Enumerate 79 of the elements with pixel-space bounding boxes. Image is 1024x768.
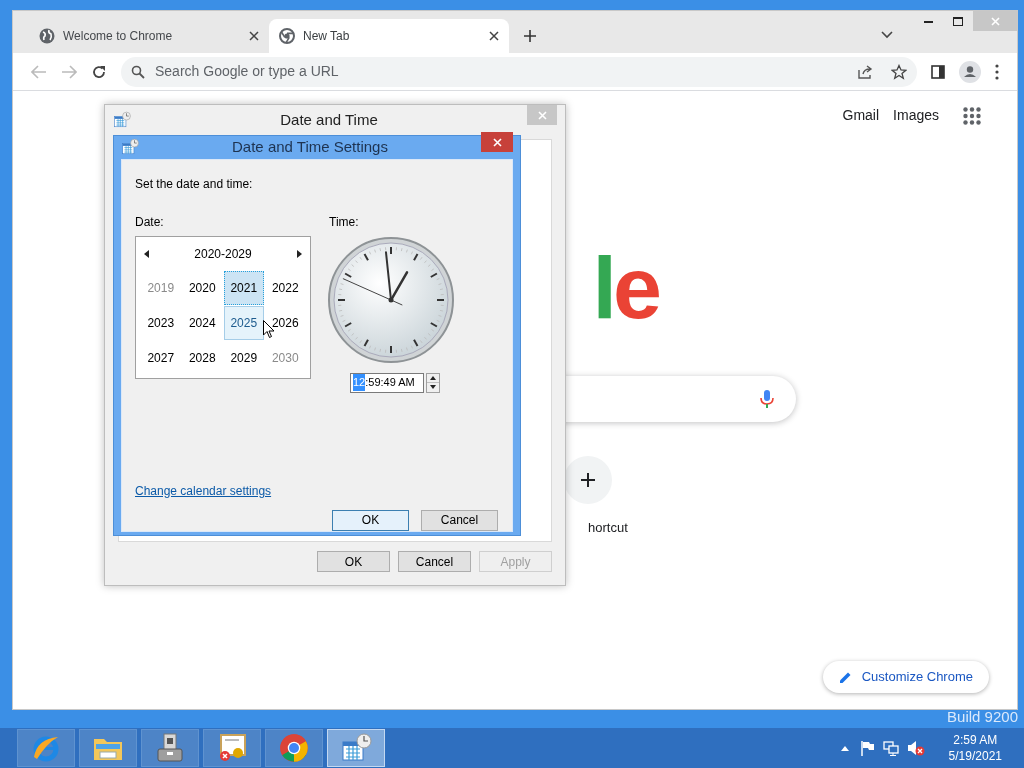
add-shortcut-button[interactable]: [563, 456, 612, 504]
globe-icon: [39, 28, 55, 44]
logo-text: le: [592, 244, 658, 332]
microphone-icon[interactable]: [760, 389, 774, 409]
decade-header[interactable]: 2020-2029: [194, 244, 252, 263]
time-field[interactable]: 12:59:49 AM: [350, 372, 424, 393]
year-cell[interactable]: 2020: [182, 270, 222, 305]
ok-button[interactable]: OK: [332, 509, 409, 531]
chrome-icon: [279, 28, 295, 44]
date-label: Date:: [135, 213, 165, 231]
close-icon[interactable]: [489, 31, 499, 41]
close-icon: [492, 137, 502, 147]
network-icon[interactable]: [882, 740, 899, 756]
year-cell[interactable]: 2028: [182, 340, 222, 375]
apps-grid-icon[interactable]: [963, 106, 981, 125]
year-cell[interactable]: 2030: [265, 340, 305, 375]
dialog-title: Date and Time Settings: [231, 137, 389, 157]
year-cell[interactable]: 2025: [224, 305, 264, 340]
build-text: Build 9200: [947, 707, 1018, 727]
pencil-icon: [838, 670, 852, 684]
taskbar-button[interactable]: [141, 729, 199, 767]
customize-chrome-button[interactable]: Customize Chrome: [822, 661, 989, 693]
new-tab-icon[interactable]: [523, 29, 537, 43]
close-icon[interactable]: [249, 31, 259, 41]
change-calendar-settings-link[interactable]: Change calendar settings: [135, 481, 272, 500]
shortcut-label: hortcut: [587, 519, 628, 537]
taskbar-button[interactable]: [265, 729, 323, 767]
calendar-clock-icon: [121, 138, 139, 157]
plus-icon: [579, 472, 596, 488]
browser-tab[interactable]: Welcome to Chrome: [29, 19, 269, 53]
tab-search-chevron-icon[interactable]: [881, 31, 893, 39]
taskbar-button[interactable]: [203, 729, 261, 767]
maximize-icon: [953, 16, 963, 26]
calendar-clock-icon: [113, 111, 131, 129]
star-icon[interactable]: [891, 63, 907, 80]
tab-title: New Tab: [303, 28, 351, 45]
muted-speaker-icon[interactable]: [906, 740, 925, 756]
year-cell[interactable]: 2029: [224, 340, 264, 375]
show-hidden-icons-icon[interactable]: [840, 745, 849, 751]
clock-time[interactable]: 2:59 AM: [953, 732, 998, 748]
year-cell[interactable]: 2022: [265, 270, 305, 305]
tab-title: Welcome to Chrome: [63, 28, 174, 45]
browser-tab[interactable]: New Tab: [269, 19, 509, 53]
search-icon: [131, 64, 145, 79]
header-link[interactable]: Images: [893, 105, 939, 126]
header-link[interactable]: Gmail: [842, 105, 880, 126]
year-cell[interactable]: 2023: [141, 305, 181, 340]
prompt-text: Set the date and time:: [135, 175, 254, 193]
minimize-icon: [923, 19, 933, 23]
close-button[interactable]: [481, 132, 513, 153]
dialog-button[interactable]: Cancel: [398, 551, 471, 572]
reload-icon[interactable]: [91, 63, 107, 80]
close-icon: [537, 110, 547, 120]
time-label: Time:: [329, 213, 360, 231]
flag-icon[interactable]: [860, 740, 875, 756]
year-cell[interactable]: 2021: [224, 270, 264, 305]
dialog-title: Date and Time: [279, 109, 379, 130]
previous-arrow-icon[interactable]: [144, 249, 149, 258]
address-bar[interactable]: Search Google or type a URL: [121, 56, 917, 87]
spin-buttons[interactable]: [426, 372, 440, 393]
close-icon: [990, 16, 1000, 26]
chrome-logo-icon: [279, 733, 309, 763]
clock-date[interactable]: 5/19/2021: [948, 748, 1002, 764]
server-toolbox-icon: [154, 732, 186, 764]
down-arrow-icon: [430, 385, 436, 390]
share-icon[interactable]: [857, 63, 873, 80]
up-arrow-icon: [430, 375, 436, 380]
calendar-clock-icon: [340, 732, 372, 764]
year-cell[interactable]: 2024: [182, 305, 222, 340]
side-panel-icon[interactable]: [931, 64, 945, 79]
next-arrow-icon[interactable]: [297, 249, 302, 258]
taskbar-button[interactable]: [79, 729, 137, 767]
year-cell[interactable]: 2027: [141, 340, 181, 375]
profile-avatar-icon[interactable]: [959, 60, 981, 83]
menu-icon[interactable]: [995, 63, 999, 80]
dialog-button[interactable]: Cancel: [421, 509, 498, 531]
year-cell[interactable]: 2019: [141, 270, 181, 305]
address-placeholder: Search Google or type a URL: [155, 62, 340, 81]
dialog-button[interactable]: OK: [317, 551, 390, 572]
